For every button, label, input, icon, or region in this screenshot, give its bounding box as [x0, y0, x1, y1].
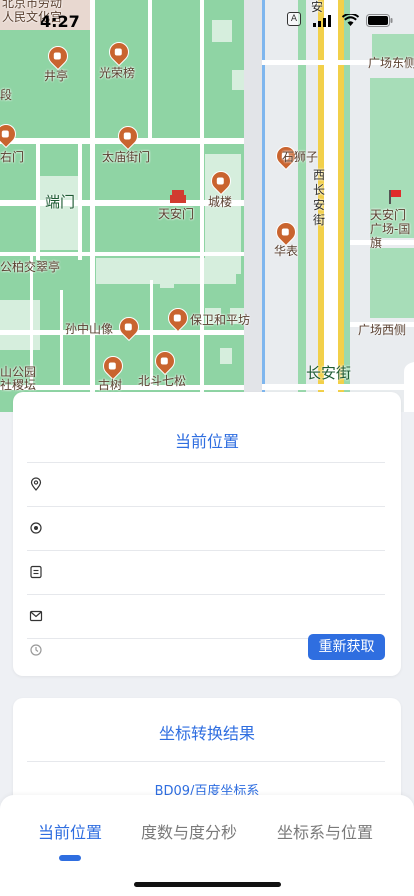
status-time: 4:27	[40, 12, 80, 31]
coordinate-system-label: BD09/百度坐标系	[154, 784, 260, 799]
poi-label: 井亭	[44, 69, 69, 83]
card-title: 坐标转换结果	[158, 724, 255, 743]
wifi-icon	[342, 14, 359, 26]
poi-label: 广场东侧	[368, 56, 414, 70]
poi-label: 石狮子	[282, 150, 319, 164]
street-label: 长安街	[306, 364, 352, 382]
poi-label: 北斗七松	[138, 374, 187, 388]
location-row-address	[27, 463, 385, 507]
target-icon	[30, 522, 42, 534]
document-icon	[30, 565, 42, 579]
signal-icon	[313, 15, 331, 27]
poi-label: 城楼	[208, 195, 233, 209]
poi-label: 广场西侧	[358, 323, 407, 337]
refetch-button[interactable]: 重新获取	[308, 634, 385, 660]
battery-icon	[366, 14, 393, 27]
tab-bar: 当前位置 度数与度分秒 坐标系与位置	[0, 795, 414, 896]
poi-label: 华表	[274, 244, 299, 258]
poi-label: 保卫和平坊	[190, 313, 251, 327]
poi-label: 端门	[45, 193, 76, 211]
mail-icon	[29, 610, 43, 622]
location-services-icon: A	[287, 12, 301, 26]
poi-label: 右门	[0, 150, 25, 164]
location-pin-icon	[30, 477, 42, 491]
poi-label: 社稷坛	[0, 378, 37, 392]
card-title: 当前位置	[174, 432, 239, 451]
home-indicator	[134, 882, 281, 887]
tab-current-location[interactable]: 当前位置	[38, 819, 102, 843]
poi-label: 光荣榜	[99, 66, 136, 80]
poi-label: 太庙街门	[102, 150, 151, 164]
status-bar: 4:27 A	[0, 0, 414, 44]
tab-degree-dms[interactable]: 度数与度分秒	[141, 819, 237, 843]
tab-coordinate-system[interactable]: 坐标系与位置	[277, 819, 373, 843]
clock-icon	[30, 644, 42, 656]
poi-label: 天安门广场-国旗	[370, 208, 411, 250]
street-label: 西长安街	[313, 168, 326, 227]
poi-label: 公柏交翠亭	[0, 260, 61, 274]
location-row-detail	[27, 551, 385, 595]
poi-label: 孙中山像	[65, 322, 114, 336]
map-view[interactable]: 北京市劳动 人民文化宫 井亭 光荣榜 段 右门 太庙街门 石狮子 端门 城楼 天…	[0, 0, 414, 412]
active-tab-indicator	[59, 855, 81, 861]
location-row-coordinates	[27, 507, 385, 551]
poi-label: 段	[0, 88, 13, 102]
poi-label: 古树	[98, 378, 123, 392]
current-location-card: 当前位置 重新获取	[13, 392, 401, 676]
poi-label: 天安门	[158, 207, 195, 221]
location-row-postcode	[27, 595, 385, 639]
